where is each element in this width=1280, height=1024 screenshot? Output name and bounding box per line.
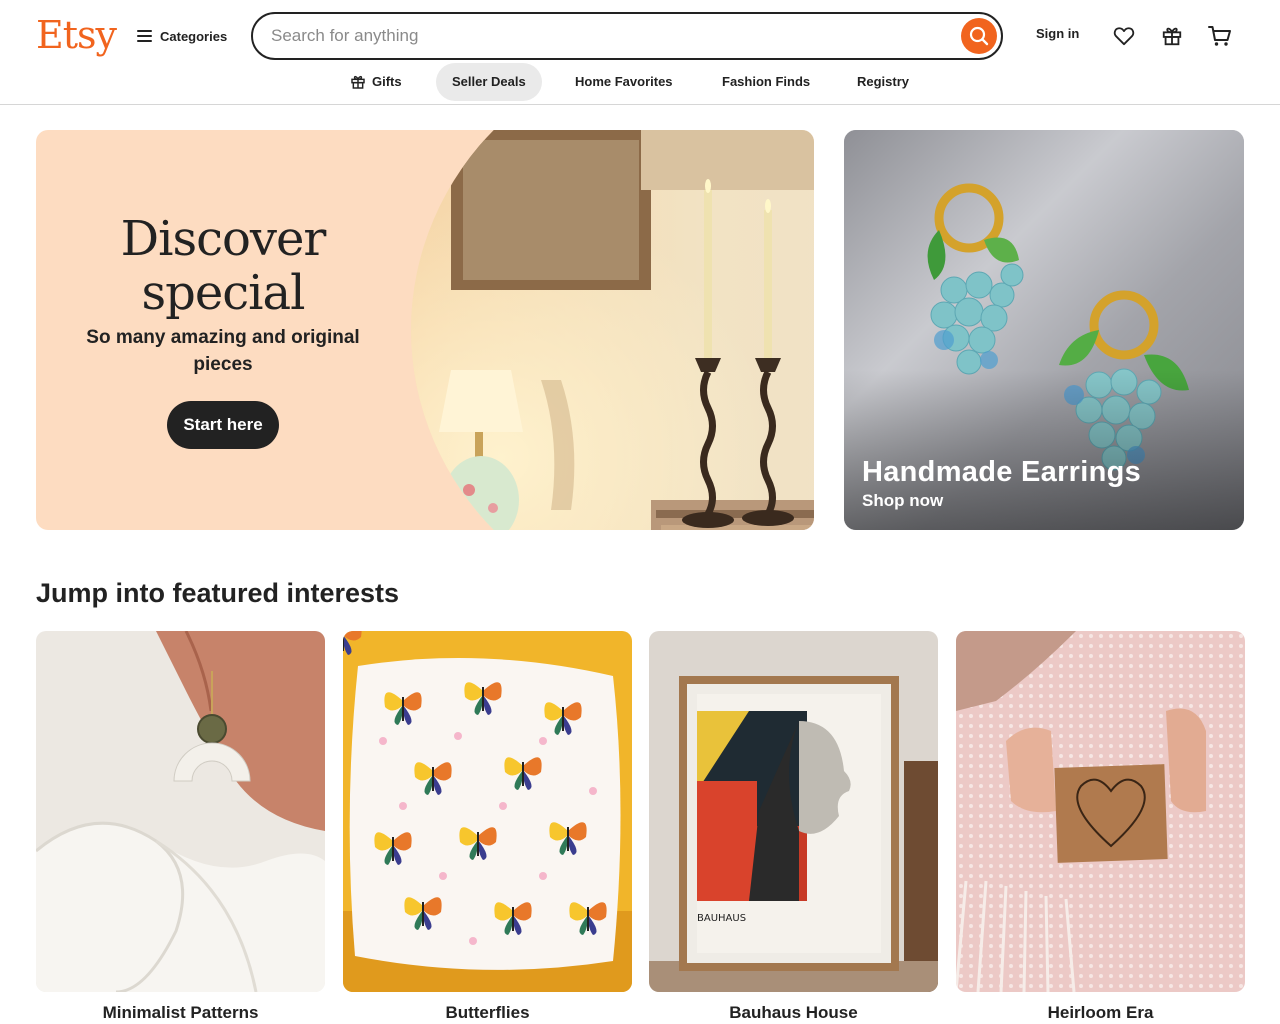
featured-tile-bauhaus-house[interactable]: BAUHAUS Bauhaus House xyxy=(649,631,938,1022)
search-input[interactable] xyxy=(271,14,951,58)
minimalist-patterns-image xyxy=(36,631,325,992)
nav-home-favorites[interactable]: Home Favorites xyxy=(559,63,689,101)
featured-tile-minimalist-patterns[interactable]: Minimalist Patterns xyxy=(36,631,325,1022)
promo-title: Handmade Earrings xyxy=(862,456,1142,488)
nav-seller-deals[interactable]: Seller Deals xyxy=(436,63,542,101)
bauhaus-house-image: BAUHAUS xyxy=(649,631,938,992)
hero-title: Discover special xyxy=(36,212,410,320)
sub-navigation: Gifts Seller Deals Home Favorites Fashio… xyxy=(0,63,1280,101)
heart-icon xyxy=(1113,27,1135,46)
hero-title-line2: special xyxy=(141,265,306,321)
featured-label: Heirloom Era xyxy=(1047,1003,1154,1022)
butterflies-image xyxy=(343,631,632,992)
handmade-earrings-card[interactable]: Handmade Earrings Shop now xyxy=(844,130,1244,530)
featured-tile-heirloom-era[interactable]: Heirloom Era xyxy=(956,631,1245,1022)
gift-icon xyxy=(1162,27,1182,46)
sign-in-link[interactable]: Sign in xyxy=(1036,26,1079,41)
featured-section-title: Jump into featured interests xyxy=(36,578,400,608)
search-bar xyxy=(251,12,1003,60)
featured-label: Bauhaus House xyxy=(729,1003,858,1022)
cart-button[interactable] xyxy=(1206,22,1234,50)
nav-registry[interactable]: Registry xyxy=(841,63,925,101)
site-header: Etsy Categories Sign in xyxy=(0,0,1280,105)
hero-candles-image xyxy=(411,130,814,530)
favorites-button[interactable] xyxy=(1110,22,1138,50)
featured-label: Minimalist Patterns xyxy=(102,1003,259,1022)
start-here-button[interactable]: Start here xyxy=(167,401,279,449)
shop-now-link[interactable]: Shop now xyxy=(862,491,943,511)
search-icon xyxy=(969,26,989,46)
nav-gifts[interactable]: Gifts xyxy=(334,63,418,101)
categories-label: Categories xyxy=(160,28,228,44)
categories-button[interactable]: Categories xyxy=(137,24,227,48)
featured-label: Butterflies xyxy=(445,1003,530,1022)
hero-subtitle: So many amazing and original pieces xyxy=(86,327,360,375)
svg-text:BAUHAUS: BAUHAUS xyxy=(697,913,746,924)
nav-fashion-finds[interactable]: Fashion Finds xyxy=(706,63,826,101)
hero-banner: Discover special So many amazing and ori… xyxy=(36,130,814,530)
heirloom-era-image xyxy=(956,631,1245,992)
hero-title-line1: Discover xyxy=(120,211,327,267)
menu-icon xyxy=(137,30,152,42)
etsy-logo[interactable]: Etsy xyxy=(36,10,117,60)
cart-icon xyxy=(1208,26,1231,46)
gift-button[interactable] xyxy=(1158,22,1186,50)
search-button[interactable] xyxy=(961,18,997,54)
featured-tile-butterflies[interactable]: Butterflies xyxy=(343,631,632,1022)
gift-icon xyxy=(351,75,365,89)
nav-gifts-label: Gifts xyxy=(372,74,402,89)
